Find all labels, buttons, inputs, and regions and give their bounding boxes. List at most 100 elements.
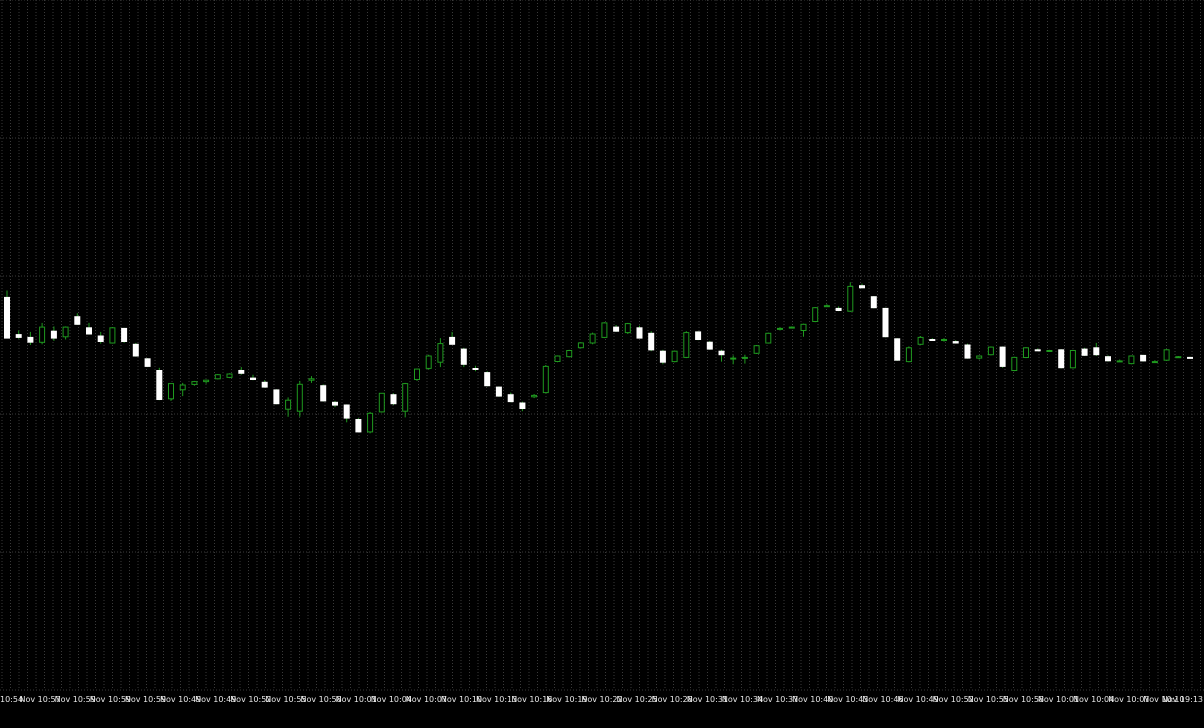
candle-body-bear (74, 316, 81, 325)
candle (355, 418, 362, 433)
candle-body-bull (1069, 350, 1076, 369)
candle (1128, 355, 1135, 365)
candle (484, 371, 491, 387)
candle (39, 322, 46, 345)
candle (800, 323, 807, 337)
candle (695, 331, 702, 341)
candle (847, 282, 854, 312)
candle-body-bull (285, 399, 292, 410)
candle (624, 322, 631, 334)
candle (437, 338, 444, 368)
candle (1151, 360, 1158, 364)
candle-body-bull (542, 365, 549, 394)
candle (976, 355, 983, 360)
candle-body-bull (226, 373, 233, 378)
candle-body-bear (15, 334, 22, 338)
candle-body-bull (812, 307, 819, 323)
candle (1023, 347, 1029, 359)
candle (835, 306, 842, 312)
candle (648, 331, 655, 352)
candle-body-bull (203, 379, 210, 383)
candle (706, 340, 713, 350)
candlestick-chart: 10:54 Nov 10:57 Nov 10:59 Nov 10:59 Nov 10:5… (0, 0, 1204, 724)
candle (531, 394, 538, 399)
candle (296, 380, 303, 417)
candle-body-bull (683, 332, 690, 358)
candle (788, 326, 795, 329)
candle-body-bear (250, 377, 256, 381)
candle (870, 296, 877, 309)
candle (1187, 356, 1193, 359)
candle (859, 283, 865, 289)
candle (250, 374, 256, 381)
candle-body-bear (835, 307, 842, 311)
candle-body-bull (378, 392, 385, 413)
candle-body-bear (343, 404, 350, 419)
candle (285, 397, 292, 417)
candle (601, 322, 608, 339)
candle-body-bear (894, 338, 901, 361)
candle-body-bull (765, 332, 772, 344)
candle-body-bear (519, 402, 526, 409)
candle-body-bear (706, 341, 713, 350)
candle (1140, 354, 1147, 362)
candle-body-bear (1034, 349, 1041, 352)
candle (109, 327, 116, 344)
candle-body-bull (1128, 355, 1135, 365)
candle (168, 383, 174, 401)
candle (987, 346, 994, 356)
candle (1116, 359, 1123, 363)
candle-body-bear (659, 350, 666, 363)
candle-body-bear (121, 327, 128, 342)
candle-body-bear (929, 339, 936, 341)
candle (273, 389, 280, 405)
candle (320, 384, 327, 402)
candle-body-bear (273, 389, 280, 405)
candle (577, 342, 584, 349)
candle-body-bear (86, 327, 92, 335)
candle (214, 374, 221, 380)
candle-body-bear (332, 401, 338, 406)
candle (121, 327, 128, 343)
candle (718, 349, 725, 362)
candle-body-bear (964, 344, 971, 359)
candle-body-bear (50, 330, 57, 339)
candle (332, 400, 338, 408)
candle (1105, 355, 1111, 362)
candle-body-bear (859, 285, 865, 289)
candle (472, 365, 479, 372)
candle-body-bear (495, 386, 502, 397)
candle-body-bull (976, 355, 983, 359)
candle-body-bull (1163, 349, 1170, 361)
candle-body-bear (999, 346, 1006, 367)
candle (308, 376, 315, 383)
candle-body-bear (718, 350, 725, 356)
candle-body-bear (636, 327, 643, 339)
candle-body-bull (39, 326, 46, 343)
candle (343, 404, 350, 423)
candle (367, 411, 374, 434)
candle-body-bull (191, 381, 198, 385)
candle (882, 307, 889, 338)
x-tick-label: Nov 19:13 (1162, 695, 1203, 704)
candle (50, 326, 57, 341)
candle (15, 330, 22, 339)
candle (823, 304, 830, 308)
candle (97, 331, 104, 344)
candle-body-bear (870, 296, 877, 309)
candle-body-bull (109, 327, 116, 344)
candle (519, 401, 526, 412)
candle-body-bear (507, 394, 514, 403)
candle-body-bear (648, 332, 655, 351)
candle (179, 382, 186, 397)
candle (894, 338, 901, 361)
candle-body-bull (777, 327, 783, 330)
candle (730, 355, 737, 365)
candle (683, 331, 690, 359)
candle (74, 313, 81, 325)
candle-body-bull (917, 336, 924, 345)
candle (566, 349, 573, 358)
candle (1163, 349, 1170, 361)
candle (554, 355, 561, 363)
candle-body-bull (367, 412, 374, 433)
